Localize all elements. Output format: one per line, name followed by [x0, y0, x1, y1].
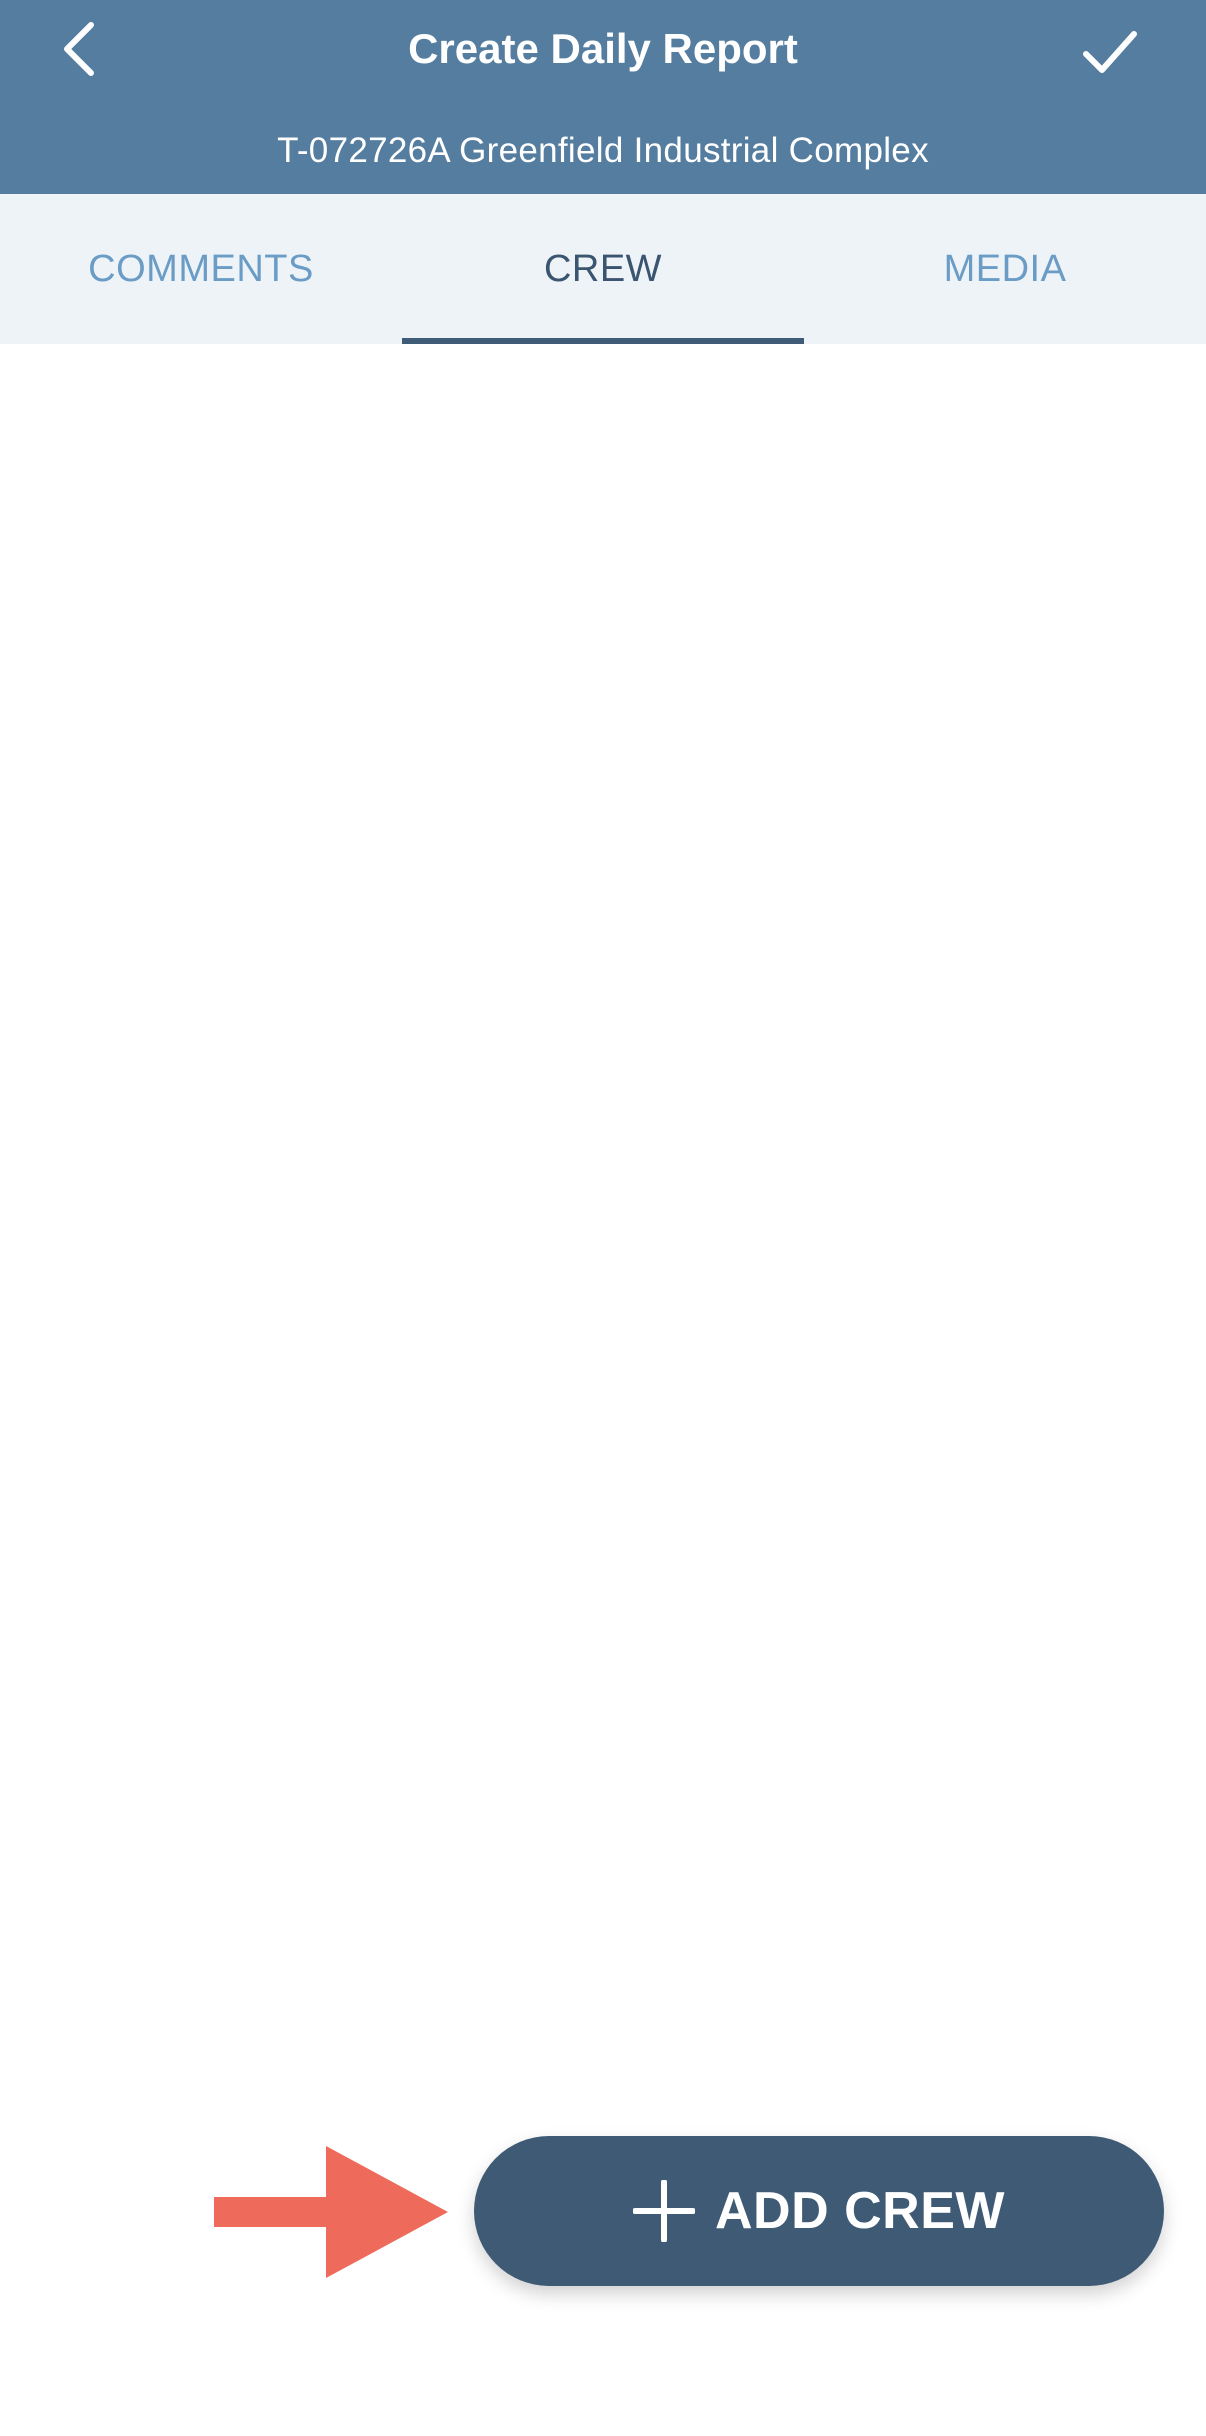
tab-bar: COMMENTS CREW MEDIA — [0, 194, 1206, 344]
tab-crew[interactable]: CREW — [402, 194, 804, 344]
app-screen: Create Daily Report T-072726A Greenfield… — [0, 0, 1206, 2436]
add-crew-button[interactable]: ADD CREW — [474, 2136, 1164, 2286]
project-subtitle: T-072726A Greenfield Industrial Complex — [277, 131, 929, 170]
page-title: Create Daily Report — [408, 25, 798, 72]
tab-comments[interactable]: COMMENTS — [0, 194, 402, 344]
tab-media-label: MEDIA — [943, 247, 1067, 290]
checkmark-icon — [1083, 31, 1137, 73]
tab-comments-label: COMMENTS — [88, 247, 314, 290]
add-crew-label: ADD CREW — [715, 2182, 1005, 2240]
crew-list-area — [0, 344, 1206, 2436]
plus-icon — [633, 2180, 695, 2242]
app-header: Create Daily Report T-072726A Greenfield… — [0, 0, 1206, 194]
tab-media[interactable]: MEDIA — [804, 194, 1206, 344]
arrow-right-icon — [214, 2146, 448, 2278]
confirm-button[interactable] — [1076, 18, 1144, 86]
tab-crew-label: CREW — [543, 247, 663, 290]
